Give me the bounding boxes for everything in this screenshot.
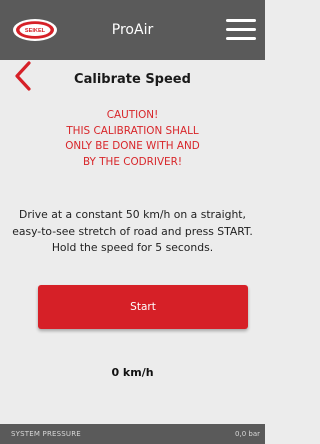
caution-line: BY THE CODRIVER! [82,155,182,168]
instruction-line: Hold the speed for 5 seconds. [51,241,214,254]
system-pressure-label: SYSTEM PRESSURE [11,430,81,438]
start-button[interactable]: Start [38,285,248,329]
instructions-text: Drive at a constant 50 km/h on a straigh… [6,207,259,257]
caution-message: CAUTION! THIS CALIBRATION SHALL ONLY BE … [0,108,265,170]
hamburger-icon [226,19,256,22]
page-title: Calibrate Speed [74,72,191,87]
speed-readout: 0 km/h [111,366,154,379]
instruction-line: easy-to-see stretch of road and press ST… [12,224,253,238]
caution-line: ONLY BE DONE WITH AND [65,140,200,152]
system-pressure-value: 0,0 bar [235,430,260,438]
app-header: SEIKEL ProAir [0,0,265,60]
caution-line: CAUTION! [106,109,159,121]
caution-line: THIS CALIBRATION SHALL [66,124,199,137]
menu-button[interactable] [226,19,256,41]
status-footer: SYSTEM PRESSURE 0,0 bar [0,424,265,444]
instruction-line: Drive at a constant 50 km/h on a straigh… [19,208,246,221]
